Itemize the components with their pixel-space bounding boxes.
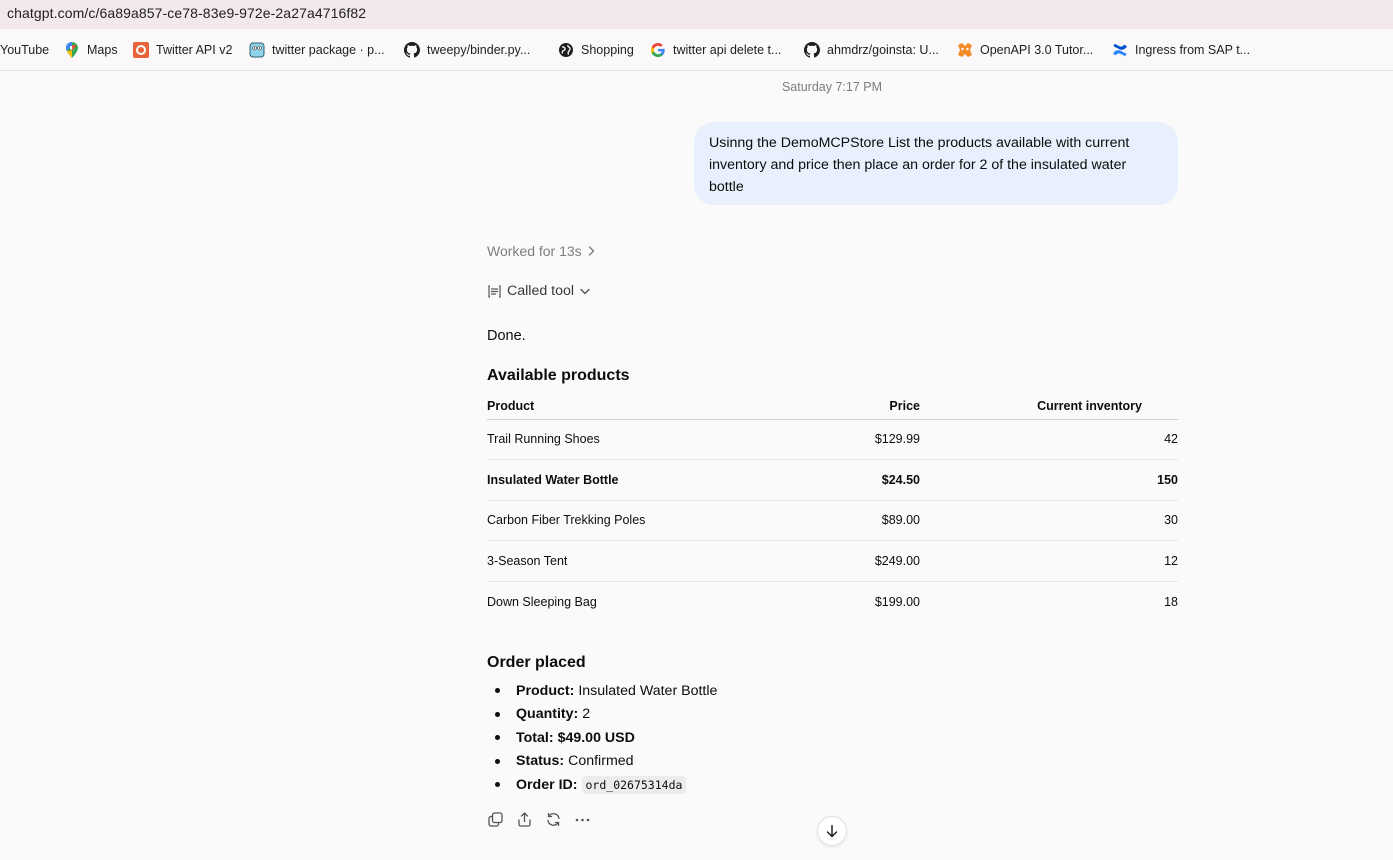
chevron-right-icon xyxy=(588,246,595,256)
bookmark-maps[interactable]: Maps xyxy=(64,41,118,59)
list-item: Total: $49.00 USD xyxy=(487,726,717,750)
bookmark-label: Twitter API v2 xyxy=(156,43,233,57)
chat-thread: Saturday 7:17 PM Usinng the DemoMCPStore… xyxy=(0,71,1393,860)
github-icon xyxy=(404,42,420,58)
bookmark-ingress-from-sap[interactable]: Ingress from SAP t... xyxy=(1112,41,1250,59)
google-icon xyxy=(650,42,666,58)
globe-icon xyxy=(558,42,574,58)
list-item: Status: Confirmed xyxy=(487,750,717,774)
cell-price: $129.99 xyxy=(787,419,920,461)
products-heading: Available products xyxy=(487,367,630,384)
cell-price: $199.00 xyxy=(874,594,920,609)
table-row: Carbon Fiber Trekking Poles $89.00 30 xyxy=(487,500,1178,542)
order-id-code: ord_02675314da xyxy=(581,775,687,794)
column-header-inventory: Current inventory xyxy=(920,394,1178,420)
user-message-bubble: Usinng the DemoMCPStore List the product… xyxy=(694,122,1178,205)
table-row: Down Sleeping Bag $199.00 18 xyxy=(487,581,1178,622)
more-icon[interactable] xyxy=(574,811,591,828)
bookmark-youtube[interactable]: YouTube xyxy=(0,41,49,59)
chevron-down-icon xyxy=(580,288,590,295)
message-action-bar xyxy=(487,811,591,828)
browser-address-bar[interactable]: chatgpt.com/c/6a89a857-ce78-83e9-972e-2a… xyxy=(0,0,1393,29)
copy-icon[interactable] xyxy=(487,811,504,828)
cell-product: Trail Running Shoes xyxy=(487,419,787,461)
worked-for-toggle[interactable]: Worked for 13s xyxy=(487,243,595,259)
list-item: Quantity: 2 xyxy=(487,703,717,727)
order-field-value: 2 xyxy=(582,706,591,723)
order-field-label: Status: xyxy=(516,753,565,770)
order-field-label: Quantity: xyxy=(516,706,579,723)
cell-product: 3-Season Tent xyxy=(487,540,787,582)
bookmark-tweepy-binder[interactable]: tweepy/binder.py... xyxy=(404,41,530,59)
bookmark-label: Ingress from SAP t... xyxy=(1135,43,1251,57)
bookmark-twitter-api-v2[interactable]: Twitter API v2 xyxy=(133,41,232,59)
order-heading: Order placed xyxy=(487,654,586,671)
table-row: 3-Season Tent $249.00 12 xyxy=(487,540,1178,582)
bookmark-goinsta[interactable]: ahmdrz/goinsta: U... xyxy=(804,41,939,59)
cell-price: $249.00 xyxy=(787,540,920,582)
google-maps-icon xyxy=(64,42,80,58)
order-field-value: Insulated Water Bottle xyxy=(578,682,718,699)
order-field-label: Product: xyxy=(516,682,575,699)
cell-product: Insulated Water Bottle xyxy=(487,459,787,501)
github-icon xyxy=(804,42,820,58)
regenerate-icon[interactable] xyxy=(545,811,562,828)
postman-icon xyxy=(133,42,149,58)
cell-inventory: 150 xyxy=(920,459,1178,501)
table-row: Trail Running Shoes $129.99 42 xyxy=(487,419,1178,461)
called-tool-label: Called tool xyxy=(507,283,575,299)
gopher-icon xyxy=(249,42,265,58)
table-header-row: Product Price Current inventory xyxy=(487,394,1178,420)
message-timestamp: Saturday 7:17 PM xyxy=(781,80,883,94)
bookmark-label: twitter api delete t... xyxy=(673,43,782,57)
cell-inventory: 18 xyxy=(1164,594,1178,609)
url-text[interactable]: chatgpt.com/c/6a89a857-ce78-83e9-972e-2a… xyxy=(7,5,366,21)
cell-price: $24.50 xyxy=(787,459,920,501)
order-field-label: Order ID: xyxy=(516,776,578,793)
table-row: Insulated Water Bottle $24.50 150 xyxy=(487,459,1178,501)
column-header-price: Price xyxy=(787,394,920,420)
column-header-product: Product xyxy=(487,394,787,420)
bookmarks-bar: YouTube Maps Twitter API v2 twitter pack… xyxy=(0,29,1393,71)
confluence-icon xyxy=(1112,42,1128,58)
bookmark-label: YouTube xyxy=(0,43,50,57)
bookmark-label: Maps xyxy=(87,43,118,57)
bookmark-label: Shopping xyxy=(581,43,634,57)
called-tool-toggle[interactable]: Called tool xyxy=(487,283,590,299)
cell-inventory: 42 xyxy=(920,419,1178,461)
bookmark-label: ahmdrz/goinsta: U... xyxy=(827,43,939,57)
bookmark-twitter-package[interactable]: twitter package · p... xyxy=(249,41,385,59)
cell-inventory: 30 xyxy=(920,500,1178,542)
bookmark-label: twitter package · p... xyxy=(272,43,385,57)
bookmark-twitter-api-delete[interactable]: twitter api delete t... xyxy=(650,41,781,59)
cell-price: $89.00 xyxy=(787,500,920,542)
cell-inventory: 12 xyxy=(920,540,1178,582)
bookmark-shopping[interactable]: Shopping xyxy=(558,41,634,59)
arrow-down-icon xyxy=(825,824,839,838)
worked-for-label: Worked for 13s xyxy=(487,243,582,259)
assistant-done-text: Done. xyxy=(487,328,526,344)
tool-icon xyxy=(487,284,502,298)
cell-product: Down Sleeping Bag xyxy=(487,594,597,609)
share-icon[interactable] xyxy=(516,811,533,828)
order-field-label: Total: xyxy=(516,729,554,746)
order-details-list: Product: Insulated Water Bottle Quantity… xyxy=(487,679,717,797)
scroll-to-bottom-button[interactable] xyxy=(817,816,847,846)
list-item: Order ID: ord_02675314da xyxy=(487,773,717,797)
bookmark-label: OpenAPI 3.0 Tutor... xyxy=(980,43,1094,57)
products-table: Product Price Current inventory Trail Ru… xyxy=(487,394,1178,622)
list-item: Product: Insulated Water Bottle xyxy=(487,679,717,703)
order-field-value: Confirmed xyxy=(568,753,634,770)
swagger-icon xyxy=(957,42,973,58)
order-field-value: $49.00 USD xyxy=(557,729,635,746)
cell-product: Carbon Fiber Trekking Poles xyxy=(487,500,787,542)
bookmark-label: tweepy/binder.py... xyxy=(427,43,531,57)
bookmark-openapi-tutorial[interactable]: OpenAPI 3.0 Tutor... xyxy=(957,41,1093,59)
